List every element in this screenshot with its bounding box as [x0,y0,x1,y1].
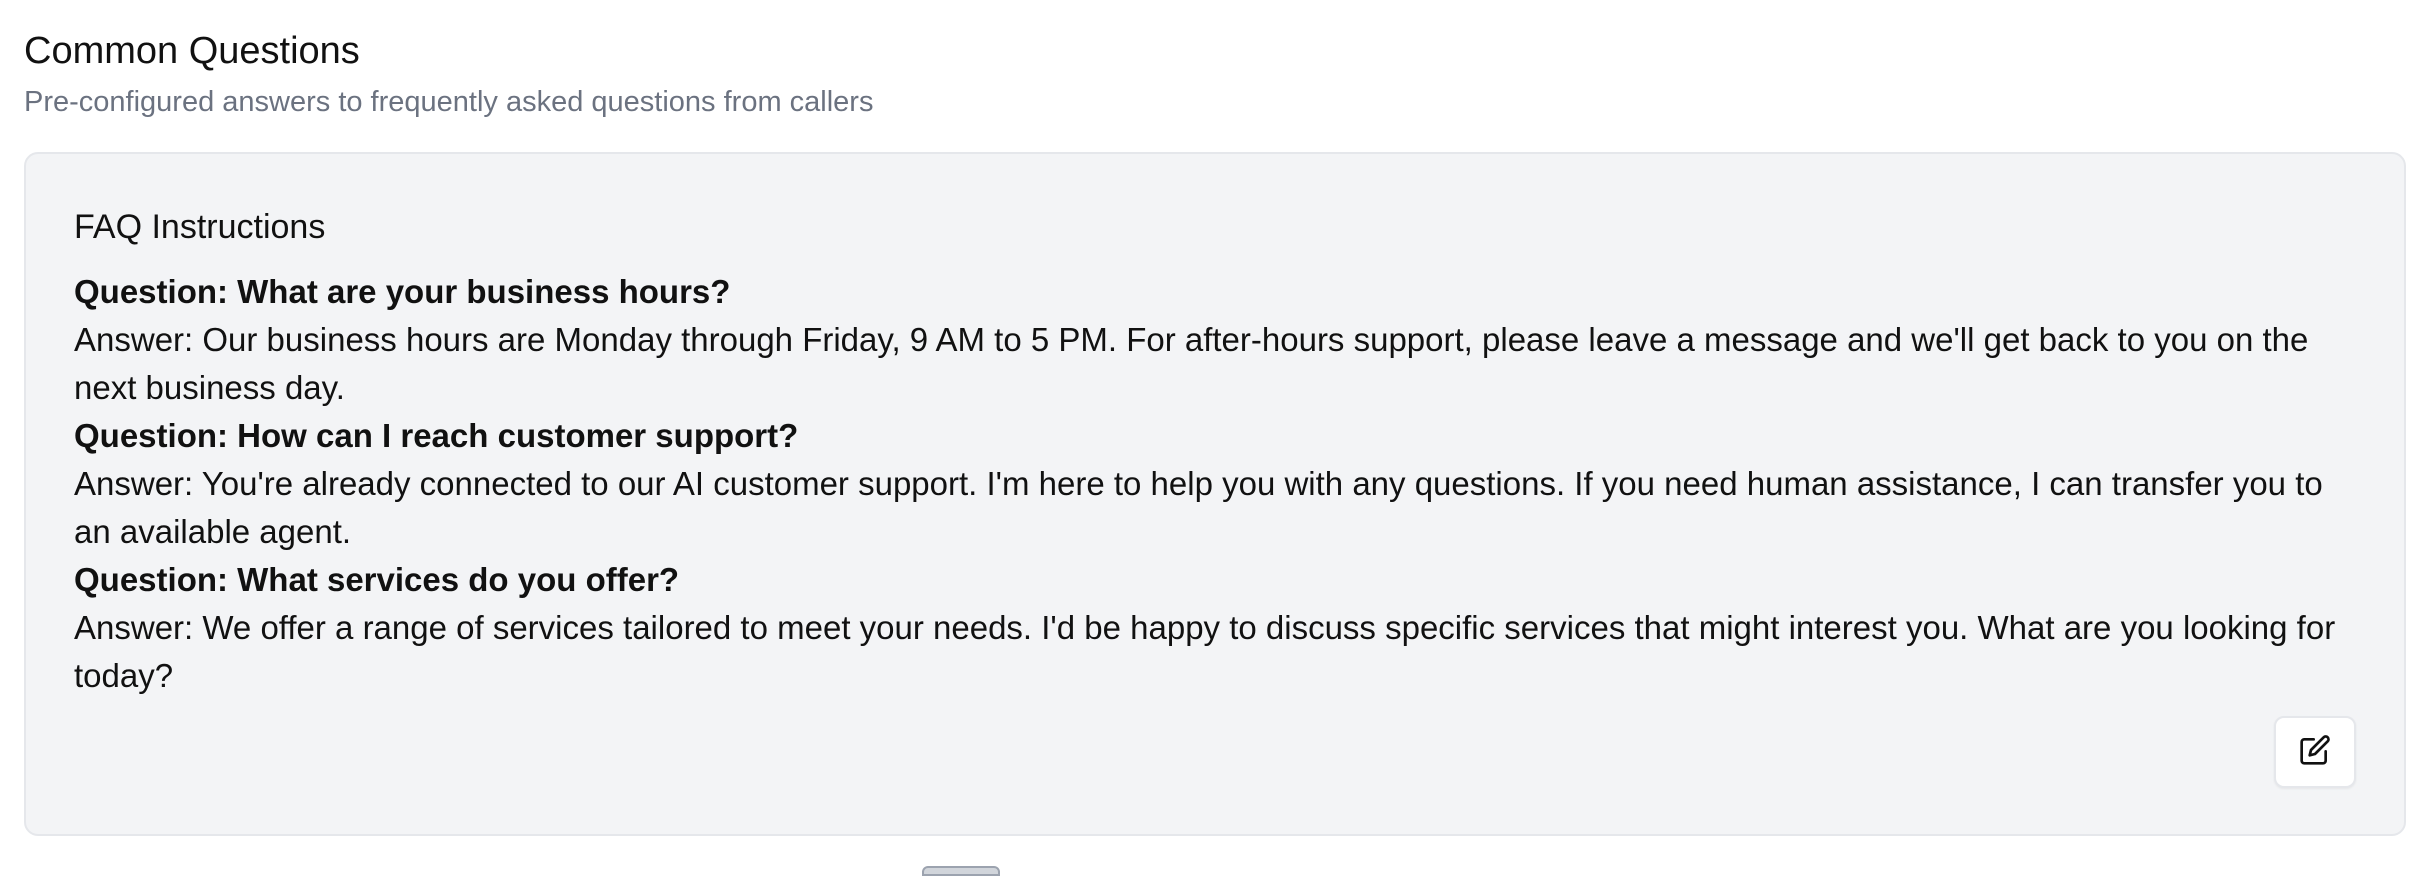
section-header: Common Questions Pre-configured answers … [24,26,873,122]
faq-card: FAQ Instructions Question: What are your… [24,152,2406,836]
section-title: Common Questions [24,30,360,72]
faq-card-title: FAQ Instructions [74,208,326,246]
faq-question: Question: How can I reach customer suppo… [74,417,799,454]
faq-question: Question: What services do you offer? [74,561,680,598]
scroll-handle[interactable] [922,866,1000,876]
edit-icon [2299,734,2331,771]
faq-instructions-text: Question: What are your business hours? … [74,268,2364,700]
edit-button[interactable] [2274,716,2356,788]
faq-answer: Answer: We offer a range of services tai… [74,609,2336,694]
faq-answer: Answer: You're already connected to our … [74,465,2323,550]
faq-question: Question: What are your business hours? [74,273,731,310]
faq-answer: Answer: Our business hours are Monday th… [74,321,2309,406]
section-subtitle: Pre-configured answers to frequently ask… [24,86,874,118]
